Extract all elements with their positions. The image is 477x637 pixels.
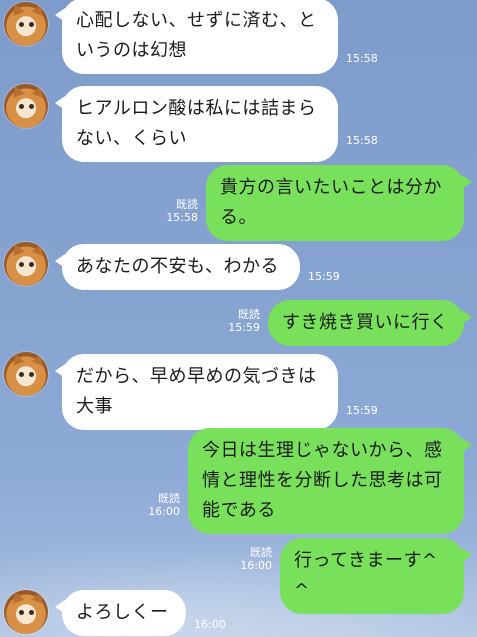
sender-avatar[interactable] (4, 352, 48, 396)
message-time: 15:58 (166, 211, 198, 224)
message-bubble-incoming: ヒアルロン酸は私には詰まらない、くらい (55, 86, 338, 162)
message-bubble-incoming: あなたの不安も、わかる (55, 244, 300, 290)
sender-avatar[interactable] (4, 84, 48, 128)
message-bubble-incoming: 心配しない、せずに済む、というのは幻想 (55, 0, 338, 74)
message-read-meta: 既読 15:59 (222, 308, 260, 334)
read-receipt: 既読 (176, 198, 198, 211)
message-bubble-incoming: だから、早め早めの気づきは大事 (55, 354, 338, 430)
message-bubble-outgoing: 今日は生理じゃないから、感情と理性を分断した思考は可能である (188, 428, 472, 534)
message-bubble-outgoing: 貴方の言いたいことは分かる。 (206, 165, 472, 241)
message-read-meta: 既読 16:00 (142, 492, 180, 518)
sender-avatar[interactable] (4, 590, 48, 634)
message-time: 15:59 (308, 270, 340, 283)
read-receipt: 既読 (158, 492, 180, 505)
read-receipt: 既読 (250, 546, 272, 559)
message-time: 15:59 (346, 404, 378, 417)
read-receipt: 既読 (238, 308, 260, 321)
sender-avatar[interactable] (4, 2, 48, 46)
message-bubble-outgoing: 行ってきまーす^ ^ (280, 538, 472, 614)
sender-avatar[interactable] (4, 242, 48, 286)
message-time: 15:58 (346, 52, 378, 65)
message-time: 16:00 (240, 559, 272, 572)
message-time: 15:58 (346, 134, 378, 147)
message-time: 16:00 (148, 505, 180, 518)
message-bubble-incoming: よろしくー (55, 590, 186, 636)
message-read-meta: 既読 15:58 (160, 198, 198, 224)
message-time: 16:00 (194, 618, 226, 631)
message-bubble-outgoing: すき焼き買いに行く (268, 300, 472, 346)
message-time: 15:59 (228, 321, 260, 334)
message-read-meta: 既読 16:00 (234, 546, 272, 572)
